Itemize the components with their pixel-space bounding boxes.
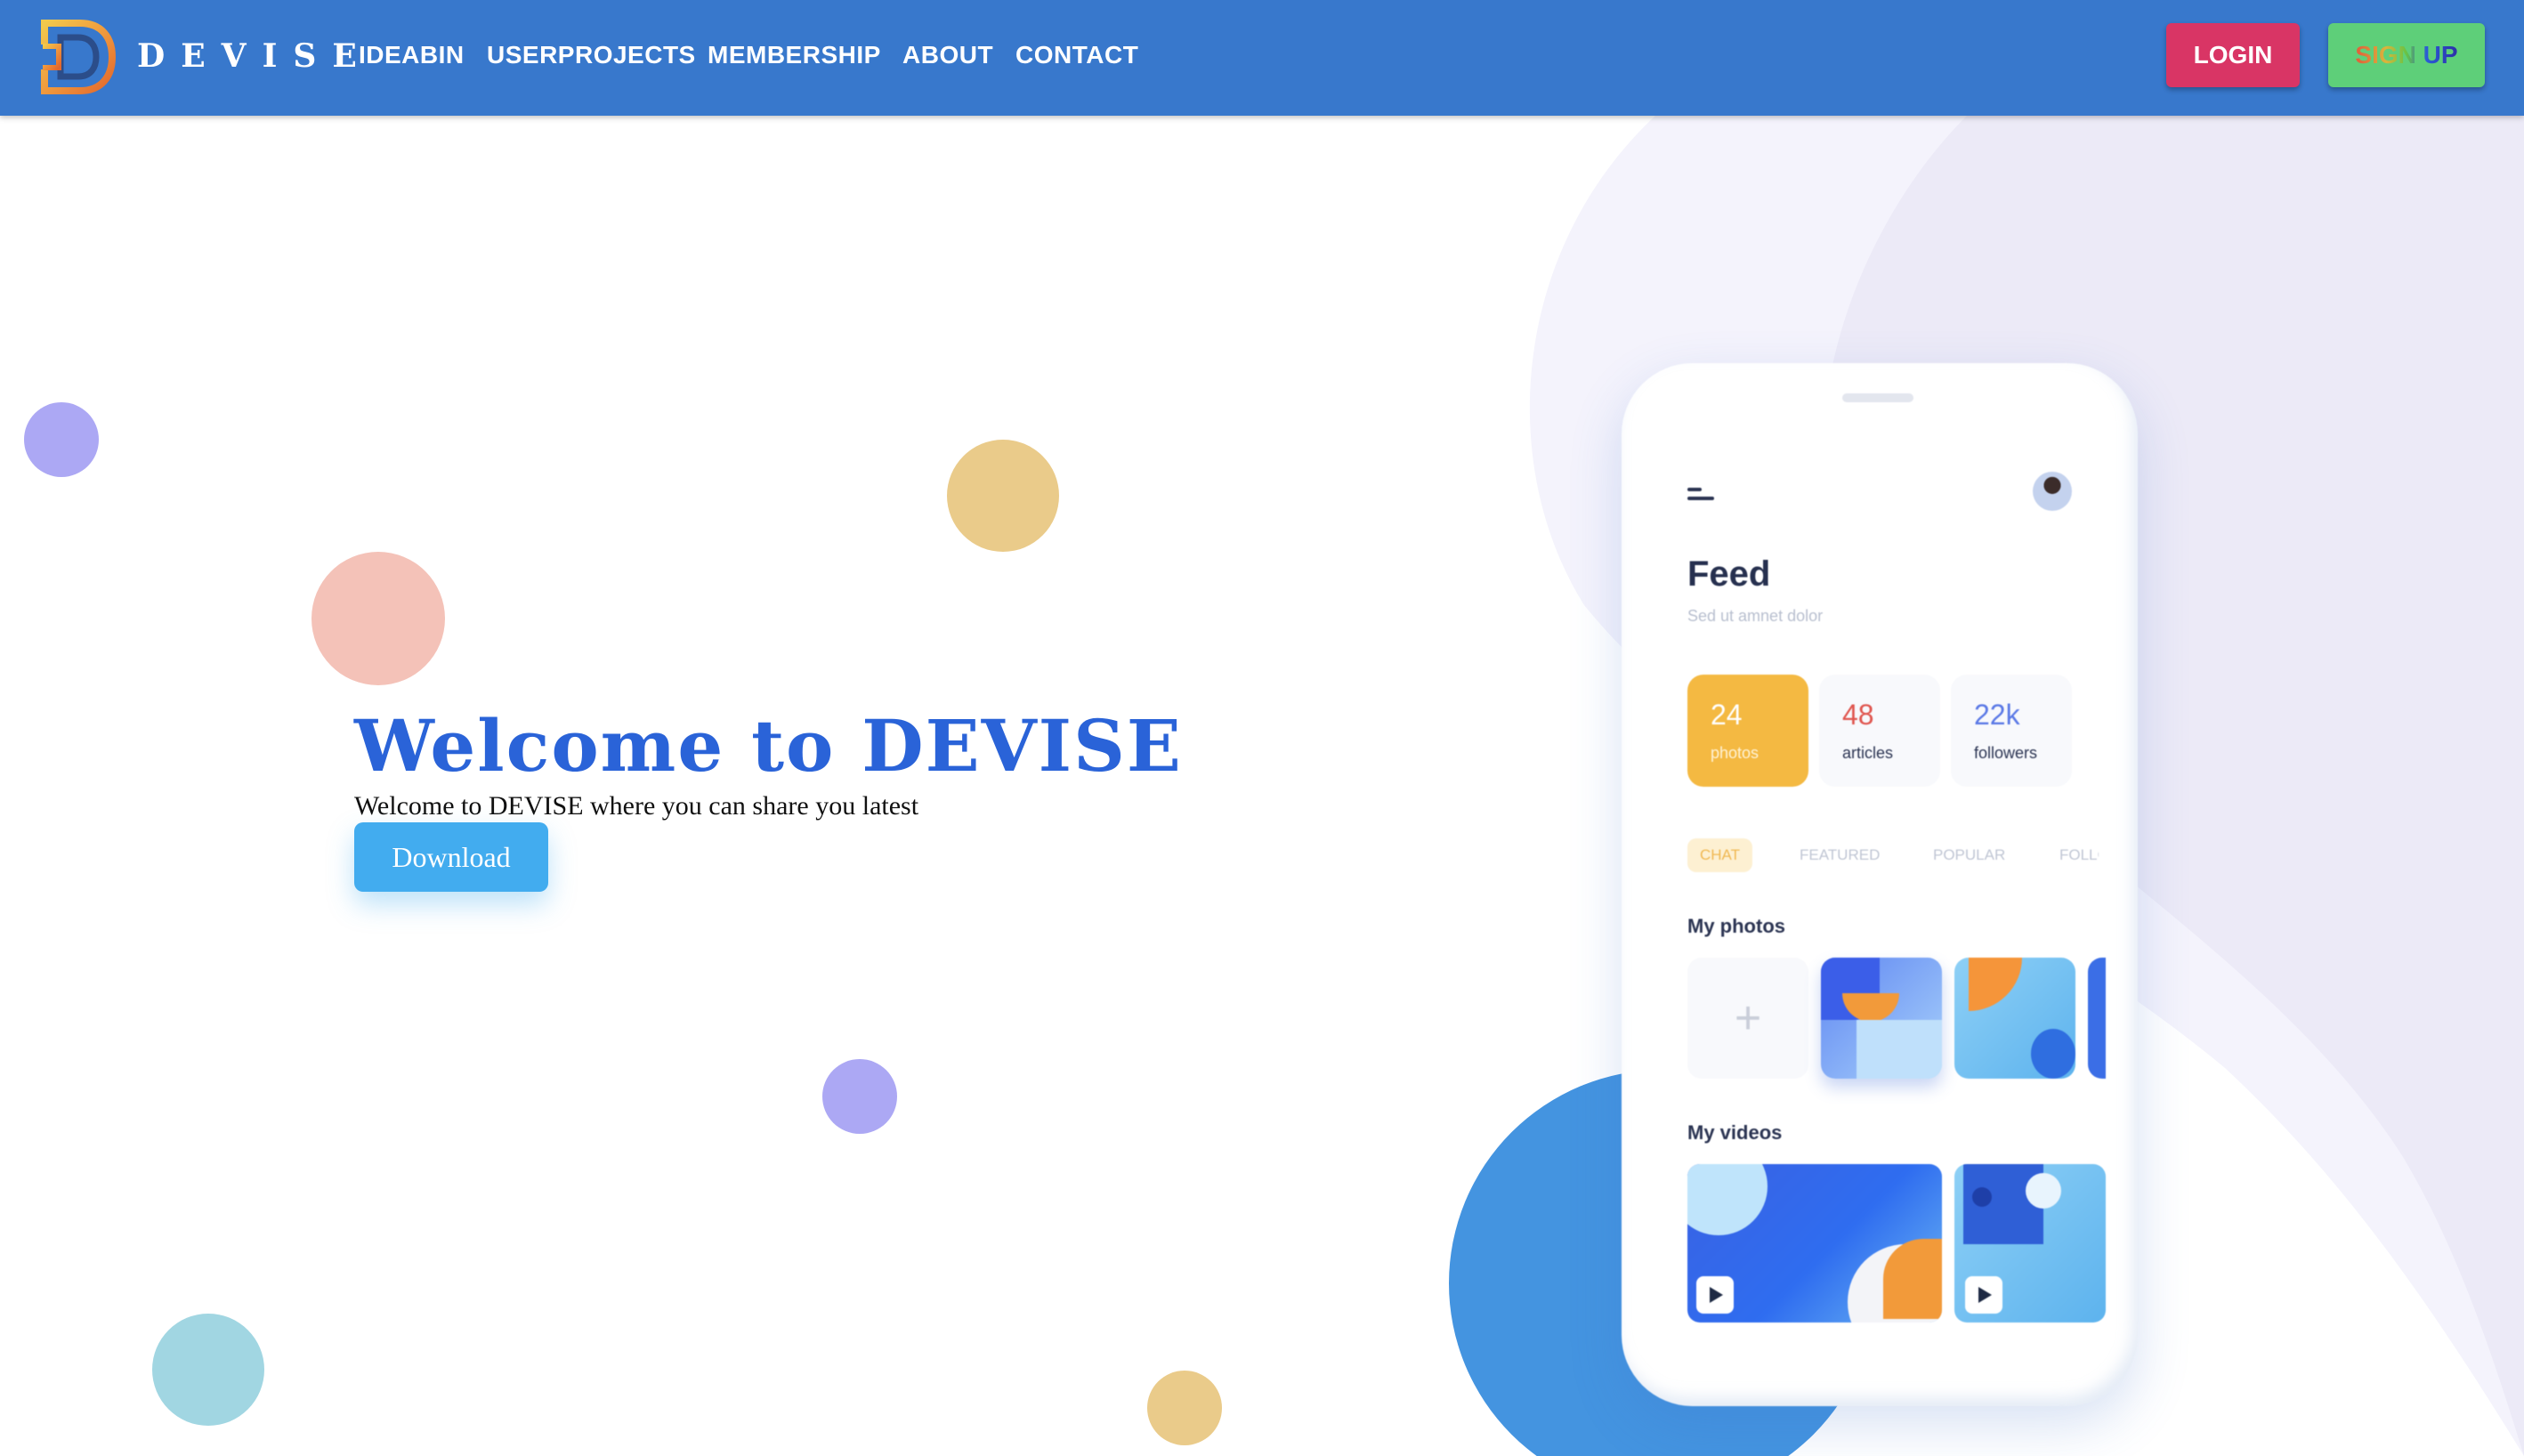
tab-featured: FEATURED [1800,846,1881,863]
login-button[interactable]: LOGIN [2166,23,2300,87]
photos-section-title: My photos [1687,915,1785,937]
tab-chat: CHAT [1687,838,1753,872]
thumbnail-shape [1972,1187,1992,1207]
phone-speaker [1842,393,1913,402]
thumbnail-shape [2031,1029,2075,1079]
decorative-dot [152,1314,264,1426]
thumbnail-shape [1969,958,2022,1011]
nav-link-contact[interactable]: CONTACT [1015,39,1138,71]
add-photo-tile: + [1687,958,1808,1079]
decorative-dot [947,440,1059,552]
signup-button-label: SIGN UP [2355,41,2458,69]
photo-thumbnail [2088,958,2106,1079]
plus-icon: + [1734,992,1762,1044]
nav-link-about[interactable]: ABOUT [902,39,993,71]
nav-link-userprojects[interactable]: USERPROJECTS [487,39,696,71]
thumbnail-shape [1687,1164,1768,1235]
stat-label: photos [1711,744,1760,762]
thumbnail-shape [2026,1173,2061,1209]
video-thumbnail [1687,1164,1942,1323]
photo-thumbnail [1954,958,2075,1079]
download-button[interactable]: Download [354,822,548,892]
video-thumbnail [1954,1164,2106,1323]
devise-logo-icon[interactable] [39,18,117,96]
stat-card-articles: 48 articles [1819,675,1940,787]
decorative-dot [24,402,99,477]
feed-title: Feed [1687,554,1771,594]
hero-title: Welcome to DEVISE [354,704,1183,788]
top-navbar: DEVISE IDEABIN USERPROJECTS MEMBERSHIP A… [0,0,2524,116]
stat-label: followers [1974,744,2038,762]
tab-popular: POPULAR [1933,846,2006,863]
brand-name[interactable]: DEVISE [137,36,373,77]
signup-button[interactable]: SIGN UP [2328,23,2485,87]
tab-following: FOLLC [2059,846,2099,863]
stat-value: 22k [1974,699,2020,731]
photo-thumbnail [1821,958,1942,1079]
stat-card-photos: 24 photos [1687,675,1808,787]
decorative-dot [1147,1371,1222,1445]
thumbnail-shape [1857,1020,1942,1079]
avatar [2033,472,2072,511]
stat-value: 48 [1842,699,1874,731]
stat-label: articles [1842,744,1894,762]
stat-card-followers: 22k followers [1951,675,2072,787]
hero-subtitle: Welcome to DEVISE where you can share yo… [354,791,919,821]
play-icon [1696,1276,1734,1314]
phone-mockup: Feed Sed ut amnet dolor 24 photos 48 art… [1622,363,2138,1406]
play-icon [1965,1276,2002,1314]
hamburger-menu-icon [1687,488,1714,504]
decorative-dot [311,552,445,685]
nav-link-ideabin[interactable]: IDEABIN [359,39,465,71]
decorative-dot [822,1059,897,1134]
nav-link-membership[interactable]: MEMBERSHIP [708,39,881,71]
feed-subtitle: Sed ut amnet dolor [1687,607,1824,625]
stat-value: 24 [1711,699,1743,731]
videos-section-title: My videos [1687,1121,1783,1144]
